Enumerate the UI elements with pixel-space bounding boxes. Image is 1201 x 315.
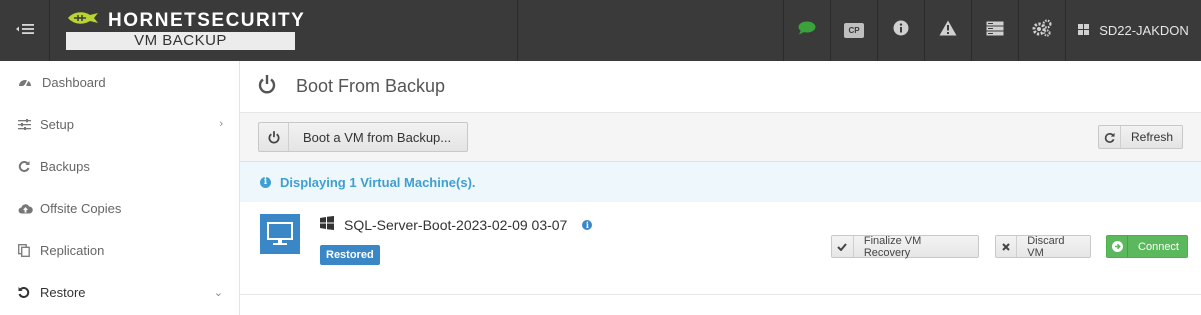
sidebar-item-restore[interactable]: Restore ⌄: [0, 271, 239, 313]
topbar-actions: CP SD22-JAKDON: [783, 0, 1201, 61]
sidebar: Dashboard Setup › Backups Offsite Copies…: [0, 61, 240, 315]
check-icon: [832, 236, 854, 257]
user-menu[interactable]: SD22-JAKDON: [1065, 0, 1201, 61]
arrow-circle-right-icon: [1107, 236, 1129, 257]
warning-icon: [939, 20, 957, 41]
sidebar-item-label: Dashboard: [42, 74, 106, 90]
info-icon: i: [260, 176, 271, 188]
menu-collapse-icon: [15, 22, 35, 40]
windows-icon: [320, 215, 334, 235]
close-icon: [996, 236, 1018, 257]
settings-icon: [1032, 19, 1052, 42]
vm-title: SQL-Server-Boot-2023-02-09 03-07 i: [320, 214, 593, 236]
page-header: Boot From Backup: [240, 61, 1201, 113]
info-icon: [893, 20, 909, 41]
toolbar: Boot a VM from Backup... Refresh: [240, 113, 1201, 162]
list-item: SQL-Server-Boot-2023-02-09 03-07 i Resto…: [240, 202, 1201, 295]
sidebar-item-setup[interactable]: Setup ›: [0, 103, 239, 145]
discard-vm-button[interactable]: Discard VM: [995, 234, 1091, 259]
dashboard-icon: [18, 76, 40, 88]
copy-icon: [18, 243, 40, 257]
sidebar-item-label: Setup: [40, 116, 74, 132]
info-alert: i Displaying 1 Virtual Machine(s).: [240, 162, 1201, 202]
power-icon: [258, 74, 276, 99]
boot-vm-label: Boot a VM from Backup...: [303, 129, 452, 145]
info-icon[interactable]: i: [582, 220, 593, 230]
page-title: Boot From Backup: [296, 76, 446, 96]
cp-button[interactable]: CP: [830, 0, 877, 61]
boot-vm-button[interactable]: Boot a VM from Backup...: [258, 122, 468, 152]
main-content: Boot From Backup Boot a VM from Backup..…: [240, 61, 1201, 315]
info-message: Displaying 1 Virtual Machine(s).: [280, 174, 476, 190]
settings-button[interactable]: [1018, 0, 1065, 61]
sidebar-toggle-button[interactable]: [0, 0, 50, 61]
refresh-icon: [1099, 126, 1121, 148]
chat-button[interactable]: [783, 0, 830, 61]
vm-name: SQL-Server-Boot-2023-02-09 03-07: [344, 217, 568, 233]
finalize-label: Finalize VM Recovery: [863, 234, 922, 259]
refresh-button[interactable]: Refresh: [1098, 125, 1183, 149]
status-badge: Restored: [320, 245, 380, 265]
user-name: SD22-JAKDON: [1099, 23, 1189, 38]
hornet-logo-icon: [66, 9, 108, 33]
sidebar-item-backups[interactable]: Backups: [0, 145, 239, 187]
sidebar-item-label: Backups: [40, 158, 90, 174]
vm-monitor-icon: [260, 214, 300, 254]
topbar-divider: [517, 0, 518, 61]
windows-icon: [1078, 23, 1090, 38]
sidebar-item-offsite-copies[interactable]: Offsite Copies: [0, 187, 239, 229]
power-icon: [259, 123, 289, 151]
chevron-down-icon: ⌄: [213, 286, 223, 299]
sidebar-item-replication[interactable]: Replication: [0, 229, 239, 271]
sidebar-item-label: Replication: [40, 242, 105, 258]
sliders-icon: [18, 118, 40, 130]
connect-button[interactable]: Connect: [1106, 235, 1188, 258]
chevron-right-icon: ›: [219, 118, 223, 130]
info-button[interactable]: [877, 0, 924, 61]
sidebar-item-label: Restore: [40, 284, 86, 300]
brand-logo[interactable]: HORNETSECURITY VM BACKUP: [66, 9, 304, 50]
finalize-vm-recovery-button[interactable]: Finalize VM Recovery: [831, 234, 979, 259]
server-button[interactable]: [971, 0, 1018, 61]
refresh-icon: [18, 160, 40, 172]
server-icon: [986, 21, 1004, 41]
chat-icon: [798, 21, 816, 40]
cloud-upload-icon: [18, 203, 40, 214]
connect-label: Connect: [1138, 240, 1179, 253]
discard-label: Discard VM: [1027, 234, 1065, 259]
refresh-label: Refresh: [1131, 130, 1174, 144]
top-navbar: HORNETSECURITY VM BACKUP CP SD22-JAKDON: [0, 0, 1201, 61]
sidebar-item-dashboard[interactable]: Dashboard: [0, 61, 239, 103]
undo-icon: [18, 286, 40, 298]
sidebar-item-label: Offsite Copies: [40, 200, 122, 216]
brand-product: VM BACKUP: [66, 32, 295, 50]
cp-icon: CP: [844, 23, 864, 38]
brand-name: HORNETSECURITY: [108, 10, 306, 31]
warning-button[interactable]: [924, 0, 971, 61]
